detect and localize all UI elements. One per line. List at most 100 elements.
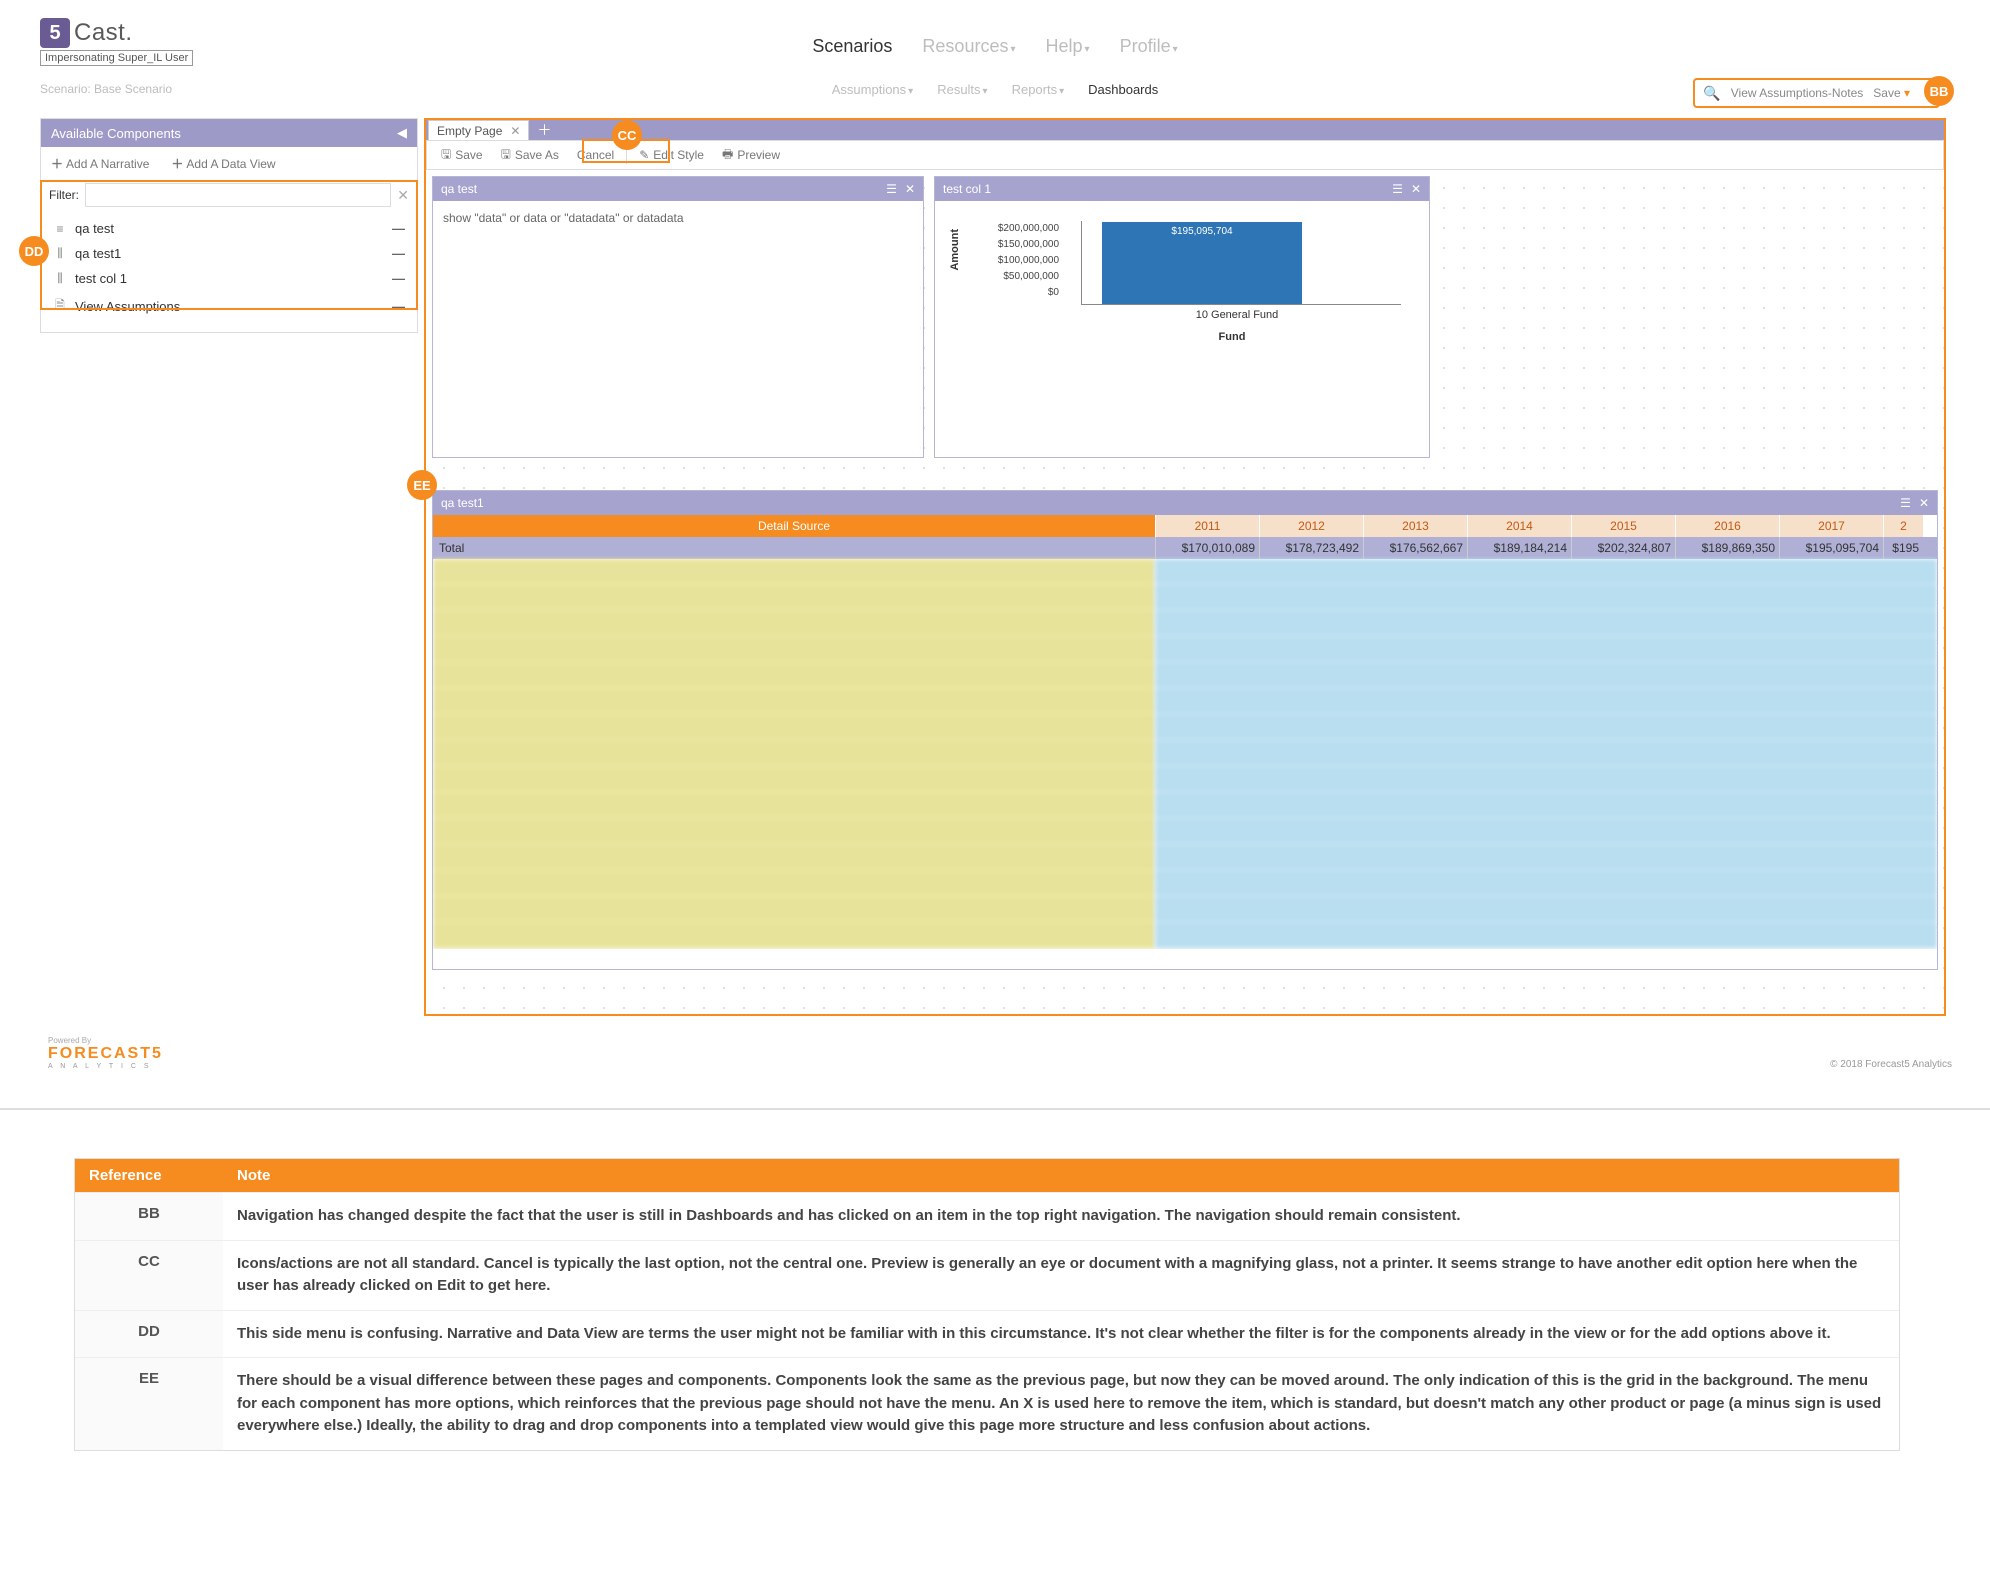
copyright: © 2018 Forecast5 Analytics [1830, 1059, 1952, 1070]
reference-row: EEThere should be a visual difference be… [75, 1357, 1899, 1450]
canvas-area: Empty Page ✕ ＋ 🖫Save 🖫Save As Cancel ✎Ed… [424, 118, 1946, 1016]
add-narrative-button[interactable]: ＋Add A Narrative [51, 155, 149, 172]
panel-title: qa test1 [441, 496, 484, 510]
chart-area: Amount $200,000,000$150,000,000$100,000,… [935, 201, 1429, 351]
canvas-grid[interactable]: qa test ☰ ✕ show "data" or data or "data… [426, 170, 1944, 1014]
remove-icon[interactable]: — [392, 271, 405, 286]
close-icon[interactable]: ✕ [905, 182, 915, 196]
sidebar-item-label: qa test [75, 221, 114, 236]
filter-input[interactable] [85, 183, 391, 207]
logo-text: Cast. [74, 19, 133, 47]
bar-plot: $195,095,704 [1081, 221, 1401, 305]
remove-icon[interactable]: — [392, 299, 405, 314]
th-year: 2016 [1675, 515, 1779, 537]
menu-icon[interactable]: ☰ [1392, 182, 1403, 196]
subnav-reports[interactable]: Reports [1012, 82, 1065, 97]
preview-button[interactable]: 🖶Preview [716, 145, 786, 166]
ref-id: DD [75, 1311, 223, 1358]
td-total: $195 [1883, 537, 1923, 559]
ref-id: EE [75, 1358, 223, 1450]
filter-label: Filter: [49, 188, 79, 202]
ref-note: Icons/actions are not all standard. Canc… [223, 1241, 1899, 1310]
edit-style-button[interactable]: ✎Edit Style [633, 148, 710, 162]
menu-icon[interactable]: ☰ [886, 182, 897, 196]
marker-dd: DD [19, 236, 49, 266]
editor-toolbar: 🖫Save 🖫Save As Cancel ✎Edit Style 🖶Previ… [426, 140, 1944, 170]
x-axis-label: Fund [1047, 331, 1417, 343]
subnav-dashboards[interactable]: Dashboards [1088, 82, 1158, 97]
subnav-assumptions[interactable]: Assumptions [832, 82, 913, 97]
marker-cc: CC [612, 120, 642, 150]
component-type-icon: ≡ [53, 222, 67, 236]
th-year: 2011 [1155, 515, 1259, 537]
close-icon[interactable]: ✕ [1411, 182, 1421, 196]
close-tab-icon[interactable]: ✕ [510, 124, 520, 138]
remove-icon[interactable]: — [392, 246, 405, 261]
reference-row: DDThis side menu is confusing. Narrative… [75, 1310, 1899, 1358]
logo-area: 5 Cast. Impersonating Super_IL User [40, 18, 193, 66]
blurred-data-rows [433, 559, 1937, 949]
menu-icon[interactable]: ☰ [1900, 496, 1911, 510]
narrative-body: show "data" or data or "datadata" or dat… [433, 201, 923, 235]
marker-bb: BB [1924, 76, 1954, 106]
sidebar-item[interactable]: ⫼ qa test1 — [47, 241, 411, 266]
save-as-button[interactable]: 🖫Save As [495, 145, 565, 166]
ref-id: BB [75, 1193, 223, 1240]
th-year: 2013 [1363, 515, 1467, 537]
view-assumptions-link[interactable]: View Assumptions-Notes [1731, 86, 1864, 100]
ref-note: There should be a visual difference betw… [223, 1358, 1899, 1450]
forecast5-logo: FORECAST5A N A L Y T I C S [48, 1045, 163, 1070]
subnav-results[interactable]: Results [937, 82, 987, 97]
ref-id: CC [75, 1241, 223, 1310]
td-total: $178,723,492 [1259, 537, 1363, 559]
nav-help[interactable]: Help [1046, 36, 1090, 57]
th-year: 2014 [1467, 515, 1571, 537]
th-detail-source: Detail Source [433, 515, 1155, 537]
collapse-icon[interactable]: ◀ [397, 125, 407, 141]
page-tab-label: Empty Page [437, 124, 502, 138]
sidebar-item[interactable]: 🗎View Assumptions— [47, 291, 411, 322]
panel-title: test col 1 [943, 182, 991, 196]
nav-scenarios[interactable]: Scenarios [812, 36, 892, 57]
page-tabs: Empty Page ✕ ＋ [426, 120, 1944, 140]
nav-profile[interactable]: Profile [1120, 36, 1178, 57]
save-button[interactable]: 🖫Save [435, 145, 489, 166]
reference-row: BBNavigation has changed despite the fac… [75, 1192, 1899, 1240]
td-total: $170,010,089 [1155, 537, 1259, 559]
sidebar-item-label: qa test1 [75, 246, 121, 261]
page-tab[interactable]: Empty Page ✕ [428, 120, 529, 140]
cancel-button[interactable]: Cancel [571, 148, 620, 162]
sidebar-header: Available Components ◀ [41, 119, 417, 147]
pencil-icon: ✎ [639, 148, 649, 162]
th-year: 2015 [1571, 515, 1675, 537]
component-type-icon: ⫼ [53, 246, 67, 261]
clear-filter-icon[interactable]: ✕ [397, 187, 409, 204]
sidebar-add-row: ＋Add A Narrative ＋Add A Data View [41, 147, 417, 180]
ref-note: Navigation has changed despite the fact … [223, 1193, 1899, 1240]
panel-narrative[interactable]: qa test ☰ ✕ show "data" or data or "data… [432, 176, 924, 458]
panel-table[interactable]: qa test1 ☰ ✕ Detail Source 2011201220132… [432, 490, 1938, 970]
footer: Powered By FORECAST5A N A L Y T I C S © … [48, 1036, 1952, 1070]
sidebar-item[interactable]: ≡ qa test — [47, 216, 411, 241]
save-dropdown[interactable]: Save ▾ [1873, 86, 1910, 100]
x-category-label: 10 General Fund [1057, 309, 1417, 321]
nav-resources[interactable]: Resources [922, 36, 1015, 57]
th-year: 2017 [1779, 515, 1883, 537]
th-reference: Reference [75, 1159, 223, 1192]
add-data-view-button[interactable]: ＋Add A Data View [171, 155, 275, 172]
td-total: $176,562,667 [1363, 537, 1467, 559]
reference-table: Reference Note BBNavigation has changed … [74, 1158, 1900, 1451]
remove-icon[interactable]: — [392, 221, 405, 236]
search-icon[interactable]: 🔍 [1703, 85, 1720, 102]
close-icon[interactable]: ✕ [1919, 496, 1929, 510]
bar-10-general-fund: $195,095,704 [1102, 222, 1302, 304]
sidebar-item-label: View Assumptions [75, 299, 180, 314]
scenario-label: Scenario: Base Scenario [40, 82, 172, 96]
sidebar-item-label: test col 1 [75, 271, 127, 286]
panel-chart[interactable]: test col 1 ☰ ✕ Amount $200,000,000$150,0… [934, 176, 1430, 458]
sidebar-item[interactable]: ⫼test col 1— [47, 266, 411, 291]
sidebar: Available Components ◀ ＋Add A Narrative … [40, 118, 418, 333]
save-icon: 🖫 [441, 145, 451, 166]
add-page-icon[interactable]: ＋ [529, 120, 559, 140]
impersonating-badge: Impersonating Super_IL User [40, 50, 193, 66]
